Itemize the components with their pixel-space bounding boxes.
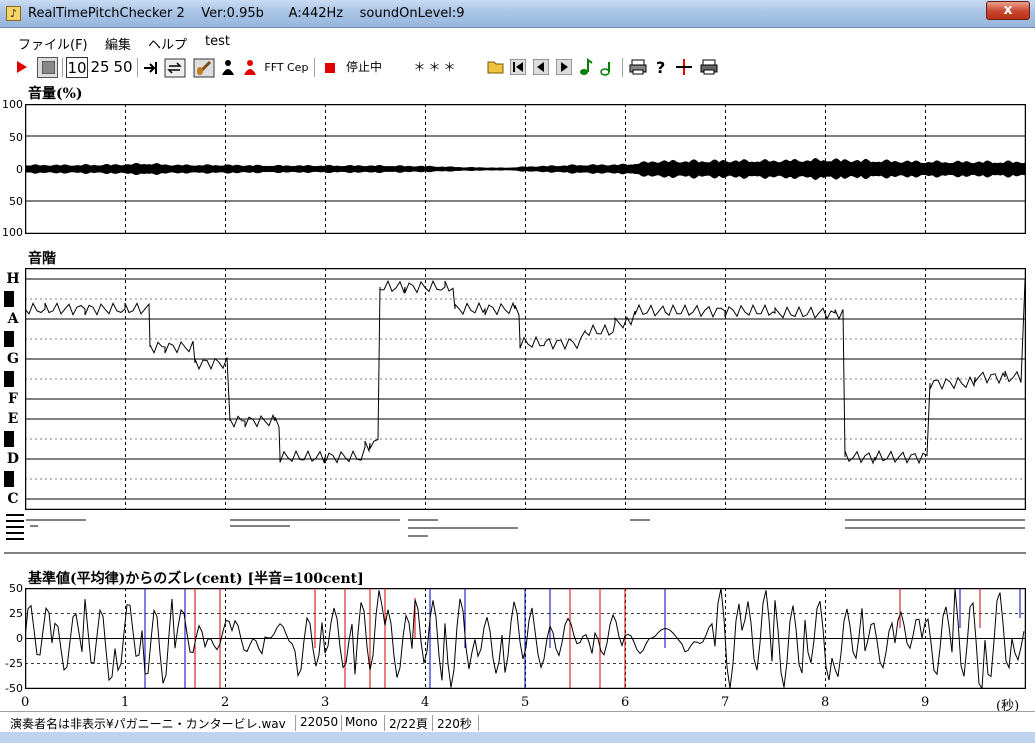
strip-key-marker	[6, 526, 24, 528]
speed-50-button[interactable]: 50	[113, 57, 133, 78]
note-label-g: G	[7, 351, 19, 367]
status-sample-rate: 22050	[300, 715, 342, 731]
scale-panel-title: 音階	[28, 251, 56, 267]
fft-button[interactable]: FFT	[264, 57, 284, 78]
note-label-h: H	[6, 271, 20, 287]
deviation-panel-title: 基準値(平均律)からのズレ(cent) [半音=100cent]	[28, 571, 364, 587]
status-bar: 演奏者名は非表示¥パガニーニ・カンタービレ.wav 22050 Mono 2/2…	[0, 711, 1035, 732]
pitch-scale-chart	[25, 268, 1026, 510]
x-tick-label: 9	[921, 695, 930, 710]
deviation-y-label: 50	[9, 582, 23, 595]
speed-25-button[interactable]: 25	[90, 57, 110, 78]
x-tick-label: 3	[321, 695, 330, 710]
violin-icon[interactable]	[193, 58, 215, 78]
status-length: 220秒	[437, 715, 479, 731]
deviation-y-label: 25	[9, 607, 23, 620]
cep-button[interactable]: Cep	[287, 57, 308, 78]
x-tick-label: 1	[121, 695, 130, 710]
status-channels: Mono	[345, 715, 385, 731]
app-window: ♪ RealTimePitchChecker 2 Ver:0.95b A:442…	[0, 0, 1035, 743]
window-frame	[0, 732, 1035, 743]
volume-y-label: 100	[2, 226, 23, 239]
toolbar-separator	[137, 58, 138, 77]
menu-edit[interactable]: 編集	[105, 34, 131, 53]
x-tick-label: 7	[721, 695, 730, 710]
folder-open-icon[interactable]	[487, 59, 505, 75]
next-icon[interactable]	[556, 59, 572, 75]
x-tick-label: 0	[21, 695, 30, 710]
speed-10-button[interactable]: 10	[66, 57, 88, 78]
black-key	[4, 371, 14, 387]
cent-deviation-chart	[25, 588, 1026, 689]
volume-waveform-chart	[25, 104, 1026, 234]
volume-y-label: 0	[16, 163, 23, 176]
volume-panel-title: 音量(%)	[28, 86, 83, 102]
play-icon[interactable]	[14, 60, 28, 74]
menu-test[interactable]: test	[205, 34, 230, 49]
note-label-a: A	[7, 311, 19, 327]
person-red-icon[interactable]	[242, 59, 258, 76]
prev-icon[interactable]	[533, 59, 549, 75]
svg-text:?: ?	[656, 58, 665, 76]
black-key	[4, 471, 14, 487]
x-tick-label: 5	[521, 695, 530, 710]
toolbar-separator	[314, 58, 315, 77]
close-button[interactable]: x	[986, 1, 1030, 20]
app-icon: ♪	[6, 6, 21, 21]
repeat-icon[interactable]	[164, 58, 186, 78]
marker-icon[interactable]	[675, 58, 693, 76]
note-label-f: F	[8, 391, 18, 407]
note-green-small-icon[interactable]	[600, 60, 614, 76]
x-tick-label: 4	[421, 695, 430, 710]
stop-button[interactable]	[37, 57, 58, 78]
print-icon[interactable]	[629, 59, 647, 75]
title-bar[interactable]: ♪ RealTimePitchChecker 2 Ver:0.95b A:442…	[0, 0, 1035, 28]
note-timeline-strip	[4, 514, 1026, 554]
deviation-y-label: -25	[5, 657, 23, 670]
skip-first-icon[interactable]	[510, 59, 526, 75]
note-label-d: D	[6, 451, 20, 467]
black-key	[4, 331, 14, 347]
stop-icon	[42, 61, 55, 74]
toolbar: 10 25 50 FFT Cep 停止中 ＊＊＊ ?	[0, 54, 1035, 81]
toolbar-separator	[62, 58, 63, 77]
status-page: 2/22頁	[389, 715, 433, 731]
volume-y-label: 50	[9, 195, 23, 208]
black-key	[4, 431, 14, 447]
x-tick-label: 6	[621, 695, 630, 710]
note-label-e: E	[7, 411, 19, 427]
volume-y-label: 50	[9, 131, 23, 144]
menu-help[interactable]: ヘルプ	[148, 34, 187, 53]
black-key	[4, 291, 14, 307]
stop-red-icon	[325, 63, 335, 73]
note-green-icon[interactable]	[579, 58, 593, 76]
strip-key-marker	[6, 520, 24, 522]
deviation-y-label: 0	[16, 632, 23, 645]
help-icon[interactable]: ?	[654, 58, 668, 76]
status-indicator: 停止中	[345, 60, 382, 74]
jump-end-icon[interactable]	[143, 60, 159, 76]
strip-key-marker	[6, 514, 24, 516]
menu-file[interactable]: ファイル(F)	[18, 34, 88, 53]
status-file: 演奏者名は非表示¥パガニーニ・カンタービレ.wav	[10, 715, 296, 731]
menu-bar: ファイル(F) 編集 ヘルプ test	[0, 28, 1035, 54]
window-title: RealTimePitchChecker 2 Ver:0.95b A:442Hz…	[28, 6, 465, 21]
note-display: ＊＊＊	[413, 60, 459, 74]
note-label-c: C	[7, 491, 19, 507]
x-tick-label: 8	[821, 695, 830, 710]
printer-icon[interactable]	[700, 59, 718, 75]
volume-y-label: 100	[2, 98, 23, 111]
strip-key-marker	[6, 532, 24, 534]
strip-key-marker	[6, 538, 24, 540]
person-icon[interactable]	[220, 59, 236, 76]
deviation-y-label: -50	[5, 682, 23, 695]
toolbar-separator	[622, 58, 623, 77]
x-tick-label: 2	[221, 695, 230, 710]
